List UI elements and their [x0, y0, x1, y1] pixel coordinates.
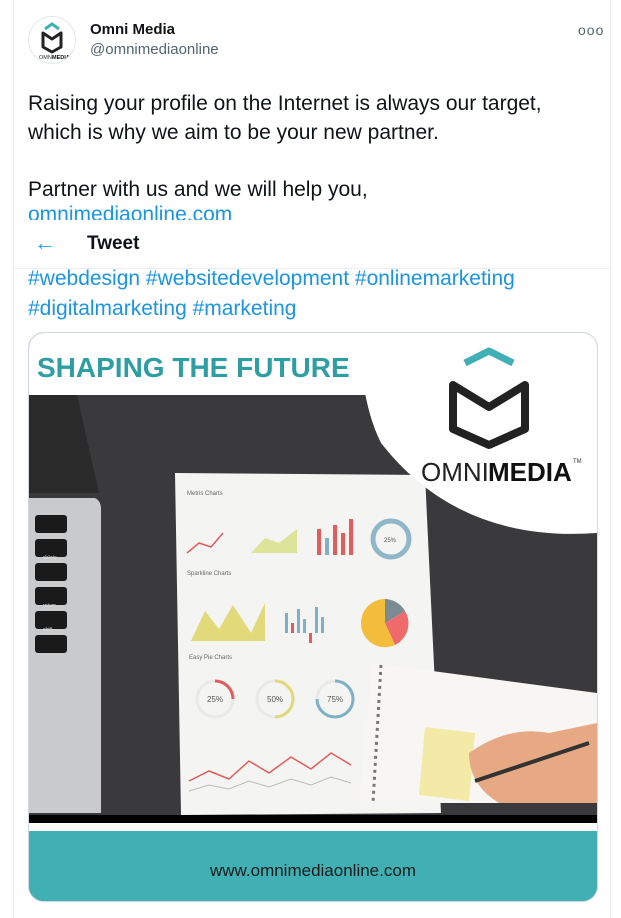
avatar[interactable]: OMNI MEDIA [28, 16, 76, 64]
tweet-text-paragraph-1: Raising your profile on the Internet is … [28, 92, 542, 144]
promo-graphic: SHAPING THE FUTURE delete return shift M… [29, 333, 597, 901]
key-label-return: return [43, 603, 56, 609]
hashtags[interactable]: #webdesign #websitedevelopment #onlinema… [28, 264, 598, 324]
pie-label-50: 50% [267, 695, 283, 704]
paper-title-3: Easy Pie Charts [189, 655, 232, 661]
author-name[interactable]: Omni Media [90, 21, 175, 38]
media-trademark: TM [573, 459, 582, 465]
media-brand-bold: MEDIA [488, 457, 572, 487]
key-label-shift: shift [43, 627, 53, 633]
tweet-header-bar: ← Tweet [14, 220, 610, 269]
media-website: www.omnimediaonline.com [209, 861, 416, 880]
pie-label-25: 25% [207, 695, 223, 704]
tweet-link[interactable]: omnimediaonline.com [28, 200, 232, 220]
page-title: Tweet [87, 233, 140, 254]
media-brand-light: OMNI [421, 457, 489, 487]
more-options-icon[interactable]: ooo [578, 22, 604, 38]
laptop-image: delete return shift [29, 395, 101, 813]
paper-title-1: Metris Charts [187, 491, 223, 497]
tweet-media-image[interactable]: SHAPING THE FUTURE delete return shift M… [28, 332, 598, 902]
omnimedia-logo-icon: OMNI MEDIA [39, 22, 70, 61]
paper-title-2: Sparkline Charts [187, 571, 231, 577]
key-label-delete: delete [43, 555, 57, 561]
author-handle[interactable]: @omnimediaonline [90, 41, 219, 58]
donut-label: 25% [384, 538, 397, 544]
arrow-left-icon[interactable]: ← [34, 230, 56, 256]
tweet-link-text[interactable]: omnimediaonline.com [28, 203, 232, 220]
pie-label-75: 75% [327, 695, 343, 704]
media-headline: SHAPING THE FUTURE [37, 352, 350, 383]
